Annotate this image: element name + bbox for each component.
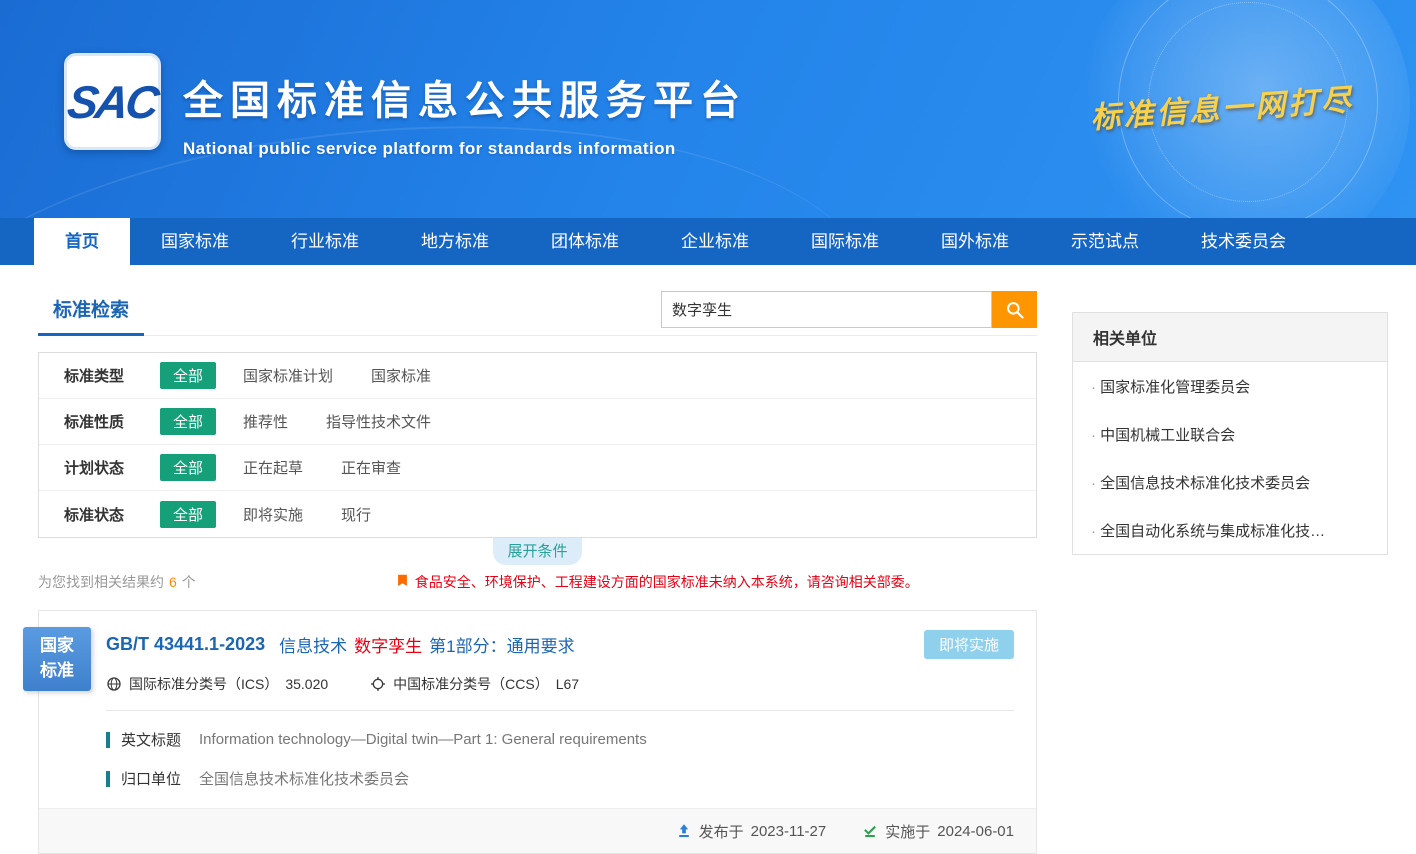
related-units-panel: 相关单位 国家标准化管理委员会 中国机械工业联合会 全国信息技术标准化技术委员会… [1072, 312, 1388, 555]
nav-item-technical-committee[interactable]: 技术委员会 [1170, 218, 1317, 265]
flag-icon [396, 574, 409, 590]
filter-row-standard-type: 标准类型 全部 国家标准计划 国家标准 [39, 353, 1036, 399]
filter-label: 标准性质 [64, 411, 160, 432]
nav-item-local-standards[interactable]: 地方标准 [390, 218, 520, 265]
filter-label: 标准状态 [64, 504, 160, 525]
nav-item-international-standards[interactable]: 国际标准 [780, 218, 910, 265]
standard-title-seg1[interactable]: 信息技术 [279, 632, 347, 657]
filter-row-standard-nature: 标准性质 全部 推荐性 指导性技术文件 [39, 399, 1036, 445]
standard-title-highlight[interactable]: 数字孪生 [354, 632, 422, 657]
results-count: 6 [169, 574, 177, 590]
committee-label: 归口单位 [121, 768, 181, 789]
standard-title-seg2[interactable]: 第1部分：通用要求 [429, 632, 574, 657]
sidebar-item-automation-committee[interactable]: 全国自动化系统与集成标准化技… [1073, 506, 1387, 554]
sac-logo-text: SAC [65, 75, 161, 129]
filter-all-button[interactable]: 全部 [160, 408, 216, 435]
type-badge-line2: 标准 [40, 659, 74, 684]
ics-value: 35.020 [285, 676, 328, 692]
filter-option[interactable]: 正在审查 [341, 457, 401, 478]
site-title: 全国标准信息公共服务平台 [183, 68, 747, 126]
ccs-meta: 中国标准分类号（CCS） L67 [370, 674, 579, 694]
publish-icon [676, 823, 692, 839]
main-area: 标准检索 标准类型 全部 国家标准计划 国家标准 标准性质 全部 推荐性 [0, 287, 1416, 854]
summary-prefix: 为您找到相关结果约 [38, 572, 164, 592]
nav-item-industry-standards[interactable]: 行业标准 [260, 218, 390, 265]
content-column: 标准检索 标准类型 全部 国家标准计划 国家标准 标准性质 全部 推荐性 [38, 287, 1037, 854]
nav-item-enterprise-standards[interactable]: 企业标准 [650, 218, 780, 265]
summary-suffix: 个 [182, 572, 196, 592]
filter-option[interactable]: 即将实施 [243, 504, 303, 525]
filter-option[interactable]: 国家标准 [371, 365, 431, 386]
search-tab-row: 标准检索 [38, 287, 1037, 336]
implement-date-item: 实施于 2024-06-01 [862, 821, 1014, 842]
teal-bar-decor [106, 732, 110, 748]
filter-all-button[interactable]: 全部 [160, 362, 216, 389]
implement-label: 实施于 [885, 821, 930, 842]
filter-option[interactable]: 现行 [341, 504, 371, 525]
site-brand: 全国标准信息公共服务平台 National public service pla… [183, 68, 747, 159]
ccs-label: 中国标准分类号（CCS） [393, 674, 549, 694]
search-button[interactable] [992, 291, 1037, 328]
site-header: SAC 全国标准信息公共服务平台 National public service… [0, 0, 1416, 218]
card-footer: 发布于 2023-11-27 实施于 2024-06-01 [39, 808, 1036, 853]
committee-row: 归口单位 全国信息技术标准化技术委员会 [106, 768, 1014, 789]
standard-type-badge: 国家 标准 [23, 627, 91, 691]
sidebar-item-sac[interactable]: 国家标准化管理委员会 [1073, 362, 1387, 410]
compass-icon [370, 676, 386, 692]
ics-label: 国际标准分类号（ICS） [129, 674, 278, 694]
nav-item-group-standards[interactable]: 团体标准 [520, 218, 650, 265]
expand-conditions-button[interactable]: 展开条件 [493, 538, 581, 565]
results-summary-row: 为您找到相关结果约 6 个 食品安全、环境保护、工程建设方面的国家标准未纳入本系… [38, 572, 1037, 592]
result-card: 国家 标准 GB/T 43441.1-2023 信息技术 数字孪生 第1部分：通… [38, 610, 1037, 854]
card-meta-row: 国际标准分类号（ICS） 35.020 中国标准分类号（CCS） L67 [106, 674, 1036, 694]
filter-all-button[interactable]: 全部 [160, 454, 216, 481]
english-title-label: 英文标题 [121, 729, 181, 750]
nav-item-national-standards[interactable]: 国家标准 [130, 218, 260, 265]
status-badge: 即将实施 [924, 630, 1014, 659]
results-summary: 为您找到相关结果约 6 个 [38, 572, 196, 592]
publish-date-item: 发布于 2023-11-27 [676, 821, 827, 842]
publish-date: 2023-11-27 [751, 823, 827, 840]
related-units-title: 相关单位 [1073, 313, 1387, 362]
card-title-row: GB/T 43441.1-2023 信息技术 数字孪生 第1部分：通用要求 即将… [39, 611, 1036, 659]
filter-label: 标准类型 [64, 365, 160, 386]
filter-label: 计划状态 [64, 457, 160, 478]
publish-label: 发布于 [699, 821, 744, 842]
type-badge-line1: 国家 [40, 634, 74, 659]
ics-meta: 国际标准分类号（ICS） 35.020 [106, 674, 328, 694]
committee-value: 全国信息技术标准化技术委员会 [199, 768, 409, 789]
filter-option[interactable]: 正在起草 [243, 457, 303, 478]
nav-item-home[interactable]: 首页 [34, 218, 130, 265]
globe-icon [106, 676, 122, 692]
sidebar-item-machinery-federation[interactable]: 中国机械工业联合会 [1073, 410, 1387, 458]
filter-all-button[interactable]: 全部 [160, 501, 216, 528]
sac-logo[interactable]: SAC [64, 53, 161, 150]
main-nav: 首页 国家标准 行业标准 地方标准 团体标准 企业标准 国际标准 国外标准 示范… [0, 218, 1416, 265]
expand-conditions-wrap: 展开条件 [38, 538, 1037, 563]
nav-item-pilot[interactable]: 示范试点 [1040, 218, 1170, 265]
ccs-value: L67 [556, 676, 579, 692]
sidebar-item-it-standardization-committee[interactable]: 全国信息技术标准化技术委员会 [1073, 458, 1387, 506]
implement-date: 2024-06-01 [937, 823, 1014, 840]
card-divider [106, 710, 1014, 711]
filter-box: 标准类型 全部 国家标准计划 国家标准 标准性质 全部 推荐性 指导性技术文件 … [38, 352, 1037, 538]
search-icon [1005, 300, 1025, 320]
exclusion-notice: 食品安全、环境保护、工程建设方面的国家标准未纳入本系统，请咨询相关部委。 [396, 572, 919, 592]
english-title-row: 英文标题 Information technology—Digital twin… [106, 729, 1014, 750]
filter-row-plan-status: 计划状态 全部 正在起草 正在审查 [39, 445, 1036, 491]
filter-option[interactable]: 推荐性 [243, 411, 288, 432]
notice-text: 食品安全、环境保护、工程建设方面的国家标准未纳入本系统，请咨询相关部委。 [415, 572, 919, 592]
search-input[interactable] [661, 291, 992, 328]
search-box [661, 291, 1037, 328]
filter-row-standard-status: 标准状态 全部 即将实施 现行 [39, 491, 1036, 537]
check-icon [862, 823, 878, 839]
teal-bar-decor [106, 771, 110, 787]
nav-item-foreign-standards[interactable]: 国外标准 [910, 218, 1040, 265]
filter-option[interactable]: 指导性技术文件 [326, 411, 431, 432]
english-title-value: Information technology—Digital twin—Part… [199, 731, 647, 748]
filter-option[interactable]: 国家标准计划 [243, 365, 333, 386]
standard-code-link[interactable]: GB/T 43441.1-2023 [106, 634, 265, 655]
site-subtitle: National public service platform for sta… [183, 139, 747, 159]
tab-standard-search[interactable]: 标准检索 [38, 287, 144, 336]
